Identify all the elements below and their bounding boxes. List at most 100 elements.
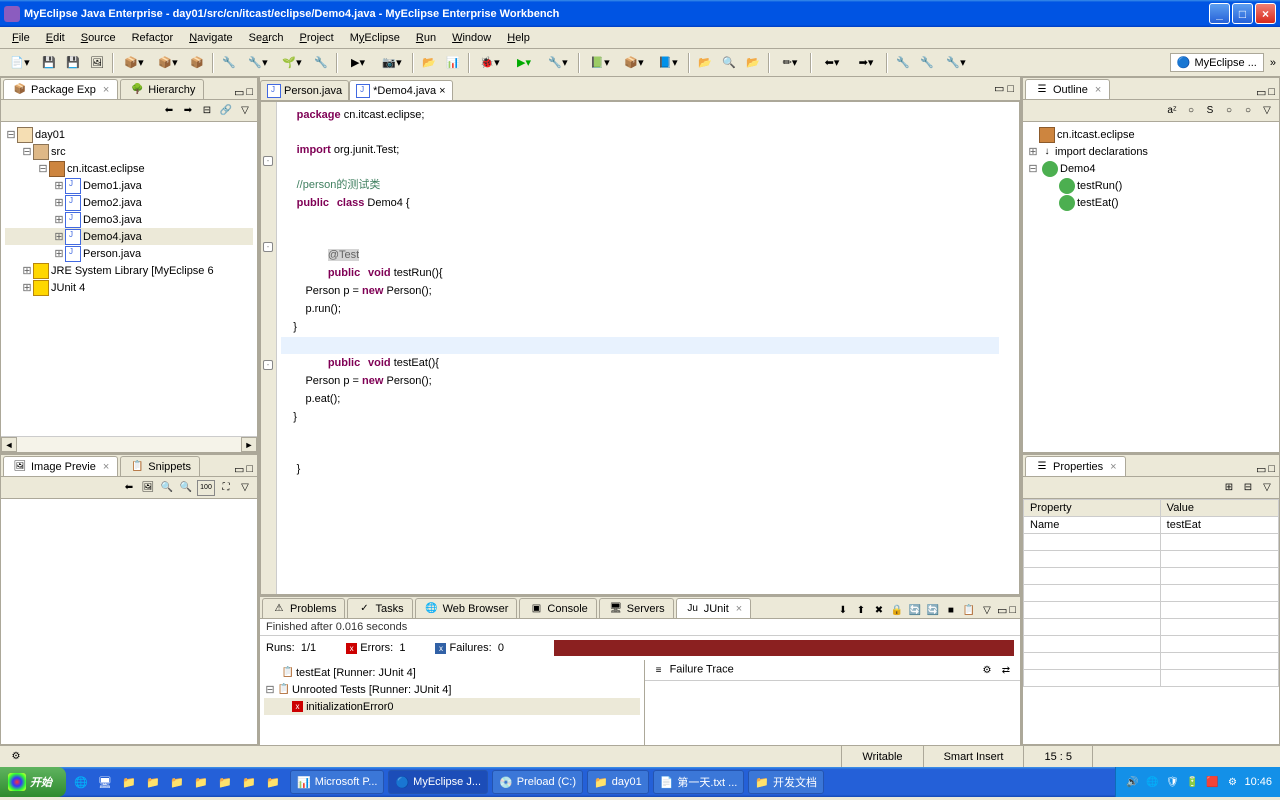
quick-launch-4[interactable]: 📁 <box>190 771 212 793</box>
expand-icon[interactable]: ⊞ <box>1027 145 1039 158</box>
quick-launch-6[interactable]: 📁 <box>238 771 260 793</box>
tree-item[interactable]: cn.itcast.eclipse <box>1057 129 1135 141</box>
menu-source[interactable]: Source <box>73 30 124 46</box>
tray-icon[interactable]: ⚙ <box>1224 774 1240 790</box>
search-button[interactable]: 🔍 <box>718 52 740 74</box>
menu-search[interactable]: Search <box>241 30 292 46</box>
launch2-button[interactable]: 📦▾ <box>152 52 184 74</box>
tray-icon[interactable]: 🛡 <box>1164 774 1180 790</box>
tree-item[interactable]: import declarations <box>1055 146 1148 158</box>
task-item[interactable]: 📊Microsoft P... <box>290 770 384 794</box>
tree-item[interactable]: cn.itcast.eclipse <box>67 163 145 175</box>
close-icon[interactable]: × <box>736 603 742 615</box>
tree-item[interactable]: testRun() <box>1077 180 1122 192</box>
zoom-out-icon[interactable]: 🔍 <box>159 480 175 496</box>
minimize-button[interactable]: _ <box>1209 3 1230 24</box>
tab-hierarchy[interactable]: 🌳 Hierarchy <box>120 79 204 99</box>
open-res-button[interactable]: 📂 <box>742 52 764 74</box>
tab-junit[interactable]: JuJUnit× <box>676 598 752 618</box>
filter-icon[interactable]: ⚙ <box>979 662 995 678</box>
save-all-button[interactable]: 💾 <box>62 52 84 74</box>
start-button[interactable]: 开始 <box>0 767 66 797</box>
tree-item[interactable]: testEat() <box>1077 197 1119 209</box>
categories-icon[interactable]: ⊞ <box>1221 480 1237 496</box>
menu-project[interactable]: Project <box>292 30 342 46</box>
minimize-editor-icon[interactable]: ▭ <box>994 82 1004 95</box>
quick-launch-7[interactable]: 📁 <box>262 771 284 793</box>
menu-icon[interactable]: ▽ <box>237 103 253 119</box>
tab-tasks[interactable]: ✓Tasks <box>347 598 412 618</box>
perspective-switcher[interactable]: 🔵 MyEclipse ... <box>1170 53 1264 72</box>
task-item[interactable]: 📁day01 <box>587 770 649 794</box>
expand-icon[interactable]: ⊟ <box>1027 162 1039 175</box>
tree-item[interactable]: Unrooted Tests [Runner: JUnit 4] <box>292 684 451 696</box>
maximize-view-icon[interactable]: □ <box>1009 604 1016 616</box>
print-button[interactable]: 🖼 <box>86 52 108 74</box>
menu-help[interactable]: Help <box>499 30 538 46</box>
expand-icon[interactable]: ⊞ <box>53 247 65 260</box>
quick-launch-5[interactable]: 📁 <box>214 771 236 793</box>
tree-item[interactable]: initializationError0 <box>306 701 393 713</box>
collapse-icon[interactable]: ⊟ <box>199 103 215 119</box>
expand-icon[interactable]: ⊞ <box>53 179 65 192</box>
struts-button[interactable]: 🔧 <box>218 52 240 74</box>
prop-value[interactable]: testEat <box>1160 517 1278 534</box>
tree-item[interactable]: Demo1.java <box>83 180 142 192</box>
menu-icon[interactable]: ▽ <box>1259 103 1275 119</box>
launch1-button[interactable]: 📦▾ <box>118 52 150 74</box>
hide-nonpublic-icon[interactable]: ○ <box>1221 103 1237 119</box>
maximize-view-icon[interactable]: □ <box>1268 463 1275 476</box>
prev-fail-icon[interactable]: ⬆ <box>853 602 869 618</box>
tab-problems[interactable]: ⚠Problems <box>262 598 345 618</box>
hibernate-button[interactable]: 🔧▾ <box>242 52 274 74</box>
tree-item[interactable]: Demo2.java <box>83 197 142 209</box>
camera-button[interactable]: 📷▾ <box>376 52 408 74</box>
tree-item[interactable]: JRE System Library [MyEclipse 6 <box>51 265 214 277</box>
close-icon[interactable]: × <box>1110 461 1116 473</box>
tab-image-preview[interactable]: 🖼 Image Previe × <box>3 456 118 476</box>
maximize-view-icon[interactable]: □ <box>1268 86 1275 99</box>
minimize-view-icon[interactable]: ▭ <box>234 86 244 99</box>
hide-fields-icon[interactable]: ○ <box>1183 103 1199 119</box>
menu-icon[interactable]: ▽ <box>1259 480 1275 496</box>
filter-icon[interactable]: ⊟ <box>1240 480 1256 496</box>
tray-icon[interactable]: 🌐 <box>1144 774 1160 790</box>
stop1-button[interactable]: 🔧 <box>892 52 914 74</box>
prop-key[interactable]: Name <box>1024 517 1161 534</box>
close-icon[interactable]: × <box>439 85 445 97</box>
expand-icon[interactable]: ⊟ <box>5 128 17 141</box>
menu-run[interactable]: Run <box>408 30 444 46</box>
deploy-button[interactable]: 📦 <box>186 52 208 74</box>
tab-snippets[interactable]: 📋 Snippets <box>120 456 200 476</box>
rerun-fail-icon[interactable]: 🔄 <box>925 602 941 618</box>
task-item[interactable]: 💿Preload (C:) <box>492 770 583 794</box>
quick-launch-3[interactable]: 📁 <box>166 771 188 793</box>
ext-button[interactable]: 🔧▾ <box>542 52 574 74</box>
rerun-icon[interactable]: 🔄 <box>907 602 923 618</box>
tray-icon[interactable]: 🟥 <box>1204 774 1220 790</box>
expand-icon[interactable]: ⊞ <box>21 281 33 294</box>
new-button[interactable]: 📄▾ <box>4 52 36 74</box>
minimize-view-icon[interactable]: ▭ <box>1256 86 1266 99</box>
build-icon[interactable]: ⚙ <box>8 749 24 765</box>
quick-launch-desktop[interactable]: 🖥 <box>94 771 116 793</box>
tab-servers[interactable]: 🖥Servers <box>599 598 674 618</box>
expand-icon[interactable]: ⊟ <box>264 683 276 696</box>
tab-properties[interactable]: ☰ Properties × <box>1025 456 1126 476</box>
open-type-button[interactable]: 📂 <box>694 52 716 74</box>
new-pkg-button[interactable]: 📦▾ <box>618 52 650 74</box>
nav-back-button[interactable]: ⬅▾ <box>816 52 848 74</box>
stop3-button[interactable]: 🔧▾ <box>940 52 972 74</box>
maximize-view-icon[interactable]: □ <box>246 463 253 476</box>
tree-item[interactable]: JUnit 4 <box>51 282 85 294</box>
collapse-icon[interactable]: ⬅ <box>121 480 137 496</box>
editor-tab-demo4[interactable]: *Demo4.java × <box>349 80 452 100</box>
close-icon[interactable]: × <box>103 84 109 96</box>
maximize-button[interactable]: □ <box>1232 3 1253 24</box>
ws-button[interactable]: 🔧 <box>310 52 332 74</box>
tab-package-explorer[interactable]: 📦 Package Exp × <box>3 79 118 99</box>
open-button[interactable]: 📂 <box>418 52 440 74</box>
task-item[interactable]: 📄第一天.txt ... <box>653 770 745 794</box>
debug-button[interactable]: 🐞▾ <box>474 52 506 74</box>
menu-icon[interactable]: ▽ <box>979 602 995 618</box>
